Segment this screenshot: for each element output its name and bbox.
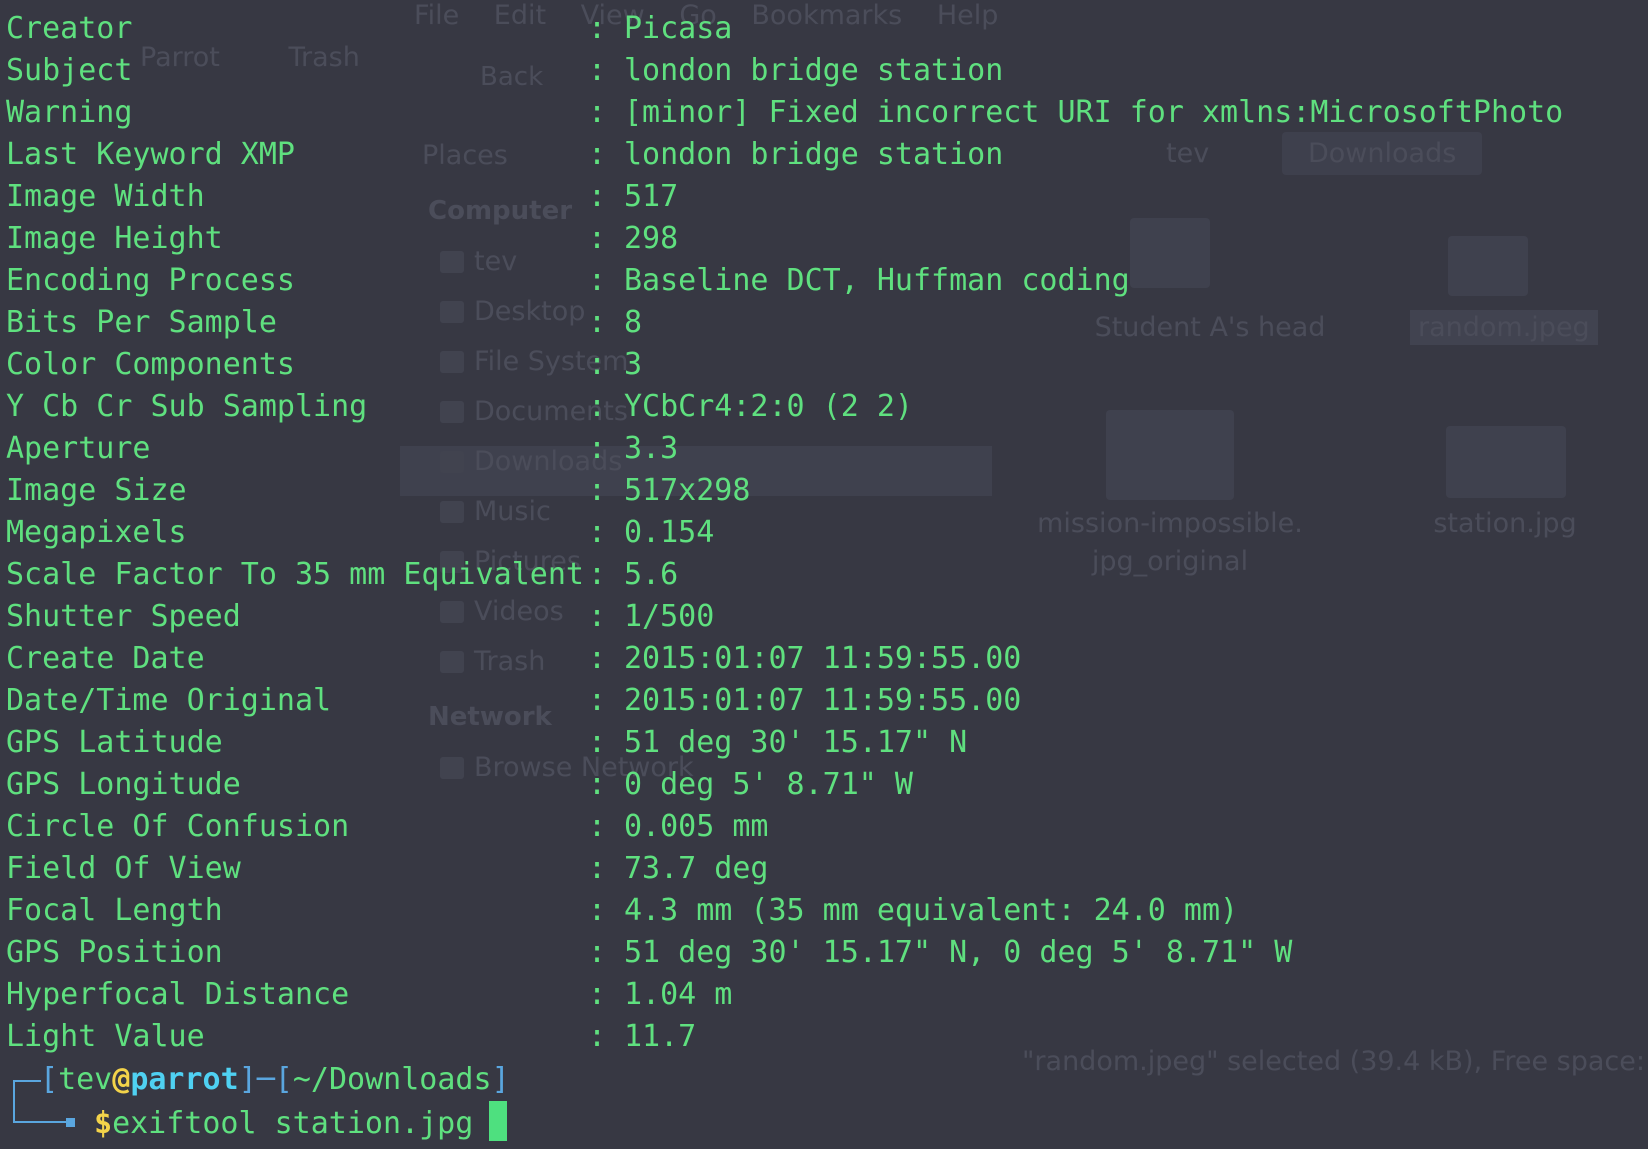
exif-value: Baseline DCT, Huffman coding (624, 263, 1130, 298)
exif-value: [minor] Fixed incorrect URI for xmlns:Mi… (624, 95, 1564, 130)
exif-key: Encoding Process (6, 263, 295, 298)
breadcrumb-tev[interactable]: tev (1166, 138, 1209, 169)
file-station-jpg[interactable]: station.jpg (1420, 508, 1590, 539)
exif-key: GPS Longitude (6, 767, 241, 802)
image-thumbnail[interactable] (1446, 426, 1566, 498)
exif-key: Y Cb Cr Sub Sampling (6, 389, 368, 424)
exif-key: Field Of View (6, 851, 241, 886)
menu-bookmarks[interactable]: Bookmarks (751, 0, 902, 31)
exif-value: 1.04 m (624, 977, 733, 1012)
exif-value: london bridge station (624, 53, 1004, 88)
exif-key: Focal Length (6, 893, 223, 928)
exif-key: Shutter Speed (6, 599, 241, 634)
place-desktop[interactable]: Desktop (440, 296, 585, 327)
place-videos[interactable]: Videos (440, 596, 564, 627)
prompt-dollar: $ (94, 1106, 113, 1141)
exif-key: Create Date (6, 641, 205, 676)
exif-key: Date/Time Original (6, 683, 332, 718)
exif-key: Image Width (6, 179, 205, 214)
exif-value: 1/500 (624, 599, 715, 634)
menu-file[interactable]: File (414, 0, 459, 31)
menu-edit[interactable]: Edit (494, 0, 546, 31)
exif-key: Creator (6, 11, 133, 46)
exif-key: GPS Position (6, 935, 223, 970)
exif-value: 51 deg 30' 15.17" N, 0 deg 5' 8.71" W (624, 935, 1293, 970)
place-tev[interactable]: tev (440, 246, 517, 277)
command-input[interactable]: exiftool station.jpg (112, 1106, 473, 1141)
prompt-at: @ (112, 1062, 131, 1097)
exif-value: 517x298 (624, 473, 751, 508)
file-mission-impossible-ext: jpg_original (1091, 546, 1249, 577)
menu-help[interactable]: Help (937, 0, 999, 31)
place-trash[interactable]: Trash (440, 646, 545, 677)
breadcrumb-downloads[interactable]: Downloads (1282, 132, 1483, 175)
exif-key: Scale Factor To 35 mm Equivalent (6, 557, 584, 592)
exif-value: 0.005 mm (624, 809, 769, 844)
prompt-user: tev (58, 1062, 113, 1097)
place-music[interactable]: Music (440, 496, 551, 527)
prompt-host: parrot (130, 1062, 239, 1097)
exif-key: Warning (6, 95, 133, 130)
image-file-icon[interactable] (1448, 236, 1528, 296)
file-mission-impossible[interactable]: mission-impossible. (1020, 508, 1320, 539)
exif-value: 5.6 (624, 557, 679, 592)
file-random-jpeg[interactable]: random.jpeg (1410, 310, 1598, 345)
exif-value: 11.7 (624, 1019, 697, 1054)
file-manager-tabs: Parrot Trash (140, 42, 420, 73)
exif-key: Bits Per Sample (6, 305, 277, 340)
computer-heading: Computer (428, 196, 573, 226)
exif-value: 517 (624, 179, 679, 214)
prompt-directory: ~/Downloads (292, 1062, 492, 1097)
back-button[interactable]: Back (480, 62, 543, 92)
exif-key: GPS Latitude (6, 725, 223, 760)
exif-value: 0 deg 5' 8.71" W (624, 767, 913, 802)
exif-key: Hyperfocal Distance (6, 977, 350, 1012)
image-thumbnail[interactable] (1106, 410, 1234, 500)
exif-key: Megapixels (6, 515, 187, 550)
exif-key: Aperture (6, 431, 151, 466)
exif-value: 73.7 deg (624, 851, 769, 886)
file-manager-statusbar: "random.jpeg" selected (39.4 kB), Free s… (1022, 1046, 1648, 1077)
exif-value: 8 (624, 305, 643, 340)
prompt-frame-arrow (66, 1118, 75, 1127)
tab-trash[interactable]: Trash (288, 42, 359, 73)
exif-key: Last Keyword XMP (6, 137, 295, 172)
exif-value: london bridge station (624, 137, 1004, 172)
exif-value: YCbCr4:2:0 (2 2) (624, 389, 913, 424)
exif-value: 2015:01:07 11:59:55.00 (624, 683, 1022, 718)
exif-value: 0.154 (624, 515, 715, 550)
exif-key: Color Components (6, 347, 295, 382)
folder-icon[interactable] (1130, 218, 1210, 288)
file-students-head[interactable]: Student A's head (1060, 312, 1360, 343)
exif-key: Circle Of Confusion (6, 809, 350, 844)
network-heading: Network (428, 702, 552, 732)
exif-value: 4.3 mm (35 mm equivalent: 24.0 mm) (624, 893, 1239, 928)
places-heading: Places (422, 140, 508, 171)
exif-key: Light Value (6, 1019, 205, 1054)
prompt-line: [tev@parrot]─[~/Downloads] (40, 1062, 510, 1097)
exif-value: 2015:01:07 11:59:55.00 (624, 641, 1022, 676)
command-line[interactable]: $exiftool station.jpg (94, 1101, 508, 1143)
exif-value: 51 deg 30' 15.17" N (624, 725, 968, 760)
exif-key: Image Size (6, 473, 187, 508)
exif-value: Picasa (624, 11, 733, 46)
terminal-cursor (489, 1101, 508, 1141)
tab-parrot[interactable]: Parrot (140, 42, 220, 73)
exif-value: 298 (624, 221, 679, 256)
exif-value: 3.3 (624, 431, 679, 466)
desktop-screen: File Edit View Go Bookmarks Help Parrot … (0, 0, 1648, 1149)
exif-key: Subject (6, 53, 133, 88)
exif-value: 3 (624, 347, 643, 382)
exif-key: Image Height (6, 221, 223, 256)
